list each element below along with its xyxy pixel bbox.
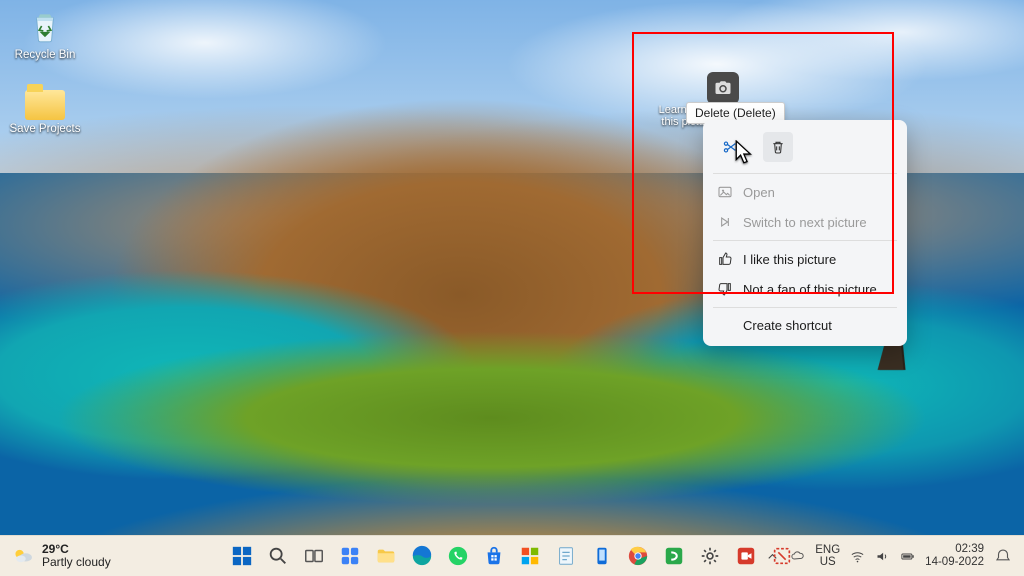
taskbar-item-store[interactable] xyxy=(480,542,508,570)
phone-link-icon xyxy=(591,545,613,567)
notifications-icon[interactable] xyxy=(994,547,1012,565)
taskbar-item-settings[interactable] xyxy=(696,542,724,570)
taskbar-center xyxy=(228,542,796,570)
menu-separator xyxy=(713,307,897,308)
chrome-icon xyxy=(627,545,649,567)
trash-icon xyxy=(770,139,786,155)
taskbar-item-snipping[interactable] xyxy=(768,542,796,570)
taskbar-item-edge[interactable] xyxy=(408,542,436,570)
wifi-icon[interactable] xyxy=(850,549,865,564)
menu-item-label: Switch to next picture xyxy=(743,215,867,230)
menu-item-label: Not a fan of this picture xyxy=(743,282,877,297)
quick-action-delete[interactable] xyxy=(763,132,793,162)
store-icon xyxy=(483,545,505,567)
office-icon xyxy=(519,545,541,567)
record-icon xyxy=(735,545,757,567)
taskbar-item-search[interactable] xyxy=(264,542,292,570)
whatsapp-icon xyxy=(447,545,469,567)
menu-item-like[interactable]: I like this picture xyxy=(709,244,901,274)
menu-separator xyxy=(713,173,897,174)
taskbar-item-taskview[interactable] xyxy=(300,542,328,570)
folder-icon xyxy=(25,90,65,120)
menu-item-create-shortcut[interactable]: Create shortcut xyxy=(709,311,901,340)
spotlight-camera-icon[interactable] xyxy=(707,72,739,104)
recycle-bin-icon xyxy=(25,6,65,46)
menu-item-open: Open xyxy=(709,177,901,207)
battery-icon[interactable] xyxy=(900,549,915,564)
weather-text: 29°C Partly cloudy xyxy=(42,543,111,568)
gear-icon xyxy=(699,545,721,567)
desktop-icon-label: Save Projects xyxy=(10,123,81,135)
desktop-icon-recycle-bin[interactable]: Recycle Bin xyxy=(6,6,84,62)
windows-icon xyxy=(231,545,253,567)
menu-item-label: Open xyxy=(743,185,775,200)
context-menu: Open Switch to next picture I like this … xyxy=(703,120,907,346)
quick-action-cut[interactable] xyxy=(715,132,745,162)
taskbar-item-notepad[interactable] xyxy=(552,542,580,570)
tray-clock[interactable]: 02:39 14-09-2022 xyxy=(925,543,984,568)
menu-separator xyxy=(713,240,897,241)
desktop-icon-label: Recycle Bin xyxy=(15,49,76,61)
taskbar-weather[interactable]: 29°C Partly cloudy xyxy=(0,543,123,568)
taskbar-item-phonelink[interactable] xyxy=(588,542,616,570)
taskbar: 29°C Partly cloudy ENG US 02:39 xyxy=(0,535,1024,576)
taskview-icon xyxy=(303,545,325,567)
taskbar-item-camtasia[interactable] xyxy=(660,542,688,570)
search-icon xyxy=(267,545,289,567)
volume-icon[interactable] xyxy=(875,549,890,564)
taskbar-item-whatsapp[interactable] xyxy=(444,542,472,570)
menu-item-label: Create shortcut xyxy=(743,318,832,333)
weather-icon xyxy=(12,545,34,567)
menu-item-switch-next: Switch to next picture xyxy=(709,207,901,237)
taskbar-item-start[interactable] xyxy=(228,542,256,570)
image-icon xyxy=(717,184,733,200)
widgets-icon xyxy=(339,545,361,567)
thumb-up-icon xyxy=(717,251,733,267)
taskbar-item-explorer[interactable] xyxy=(372,542,400,570)
camtasia-icon xyxy=(663,545,685,567)
next-icon xyxy=(717,214,733,230)
tray-language[interactable]: ENG US xyxy=(815,544,840,568)
folder-icon xyxy=(375,545,397,567)
taskbar-item-office[interactable] xyxy=(516,542,544,570)
menu-item-label: I like this picture xyxy=(743,252,836,267)
taskbar-item-widgets[interactable] xyxy=(336,542,364,570)
desktop-icon-save-projects[interactable]: Save Projects xyxy=(6,82,84,136)
taskbar-item-camtasia-rec[interactable] xyxy=(732,542,760,570)
menu-item-dislike[interactable]: Not a fan of this picture xyxy=(709,274,901,304)
edge-icon xyxy=(411,545,433,567)
notepad-icon xyxy=(555,545,577,567)
scissors-icon xyxy=(722,139,738,155)
context-menu-quickbar xyxy=(709,126,901,170)
snipping-icon xyxy=(771,545,793,567)
thumb-down-icon xyxy=(717,281,733,297)
taskbar-item-chrome[interactable] xyxy=(624,542,652,570)
taskbar-tray: ENG US 02:39 14-09-2022 xyxy=(765,543,1024,568)
